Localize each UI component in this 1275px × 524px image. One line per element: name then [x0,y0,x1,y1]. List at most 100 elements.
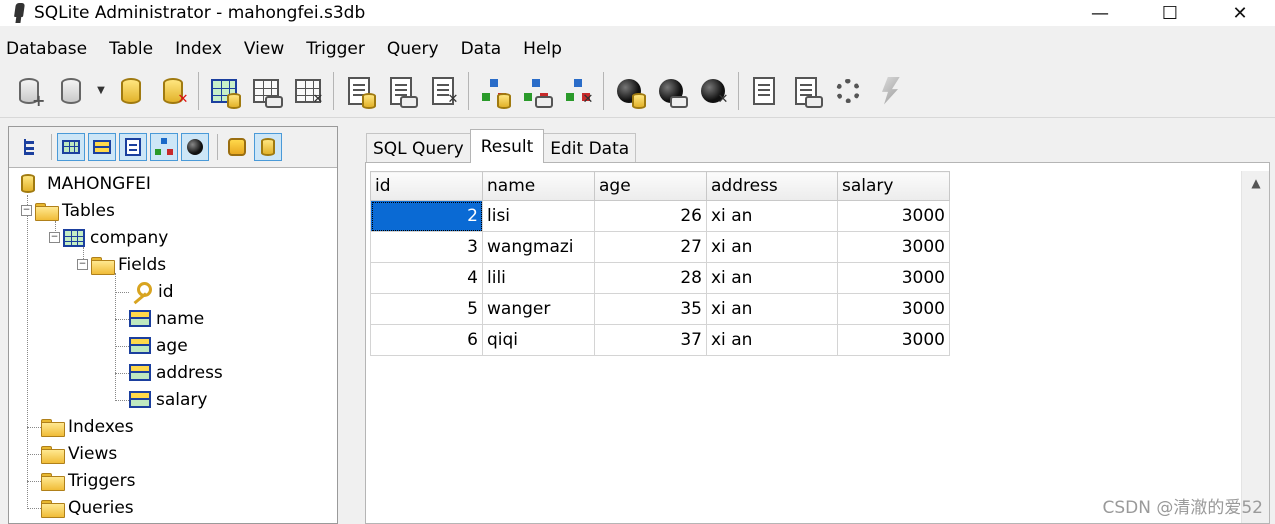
table-row[interactable]: 3 wangmazi 27 xi an 3000 [370,231,950,263]
table-row[interactable]: 2 lisi 26 xi an 3000 [370,200,950,232]
grid-cell-name[interactable]: lili [482,262,595,294]
filter-tables-button[interactable] [57,133,85,161]
edit-index-button[interactable] [382,71,420,111]
tree-node-indexes[interactable]: Indexes [41,413,134,440]
field-icon [129,364,151,381]
grid-cell-id[interactable]: 3 [370,231,483,263]
grid-cell-address[interactable]: xi an [706,324,838,356]
delete-view-button[interactable]: ✕ [559,71,597,111]
new-trigger-button[interactable] [610,71,648,111]
tree-node-field-salary[interactable]: salary [129,386,207,413]
vertical-scrollbar[interactable]: ▲ [1241,171,1269,523]
table-row[interactable]: 5 wanger 35 xi an 3000 [370,293,950,325]
filter-views-button[interactable] [150,133,178,161]
grid-cell-salary[interactable]: 3000 [837,293,950,325]
grid-cell-age[interactable]: 27 [594,231,707,263]
column-header-id[interactable]: id [370,171,483,201]
query-settings-button[interactable] [829,71,867,111]
result-grid[interactable]: id name age address salary 2 lisi 26 xi … [370,171,950,356]
minimize-button[interactable]: — [1065,0,1135,26]
save-query-button[interactable] [787,71,825,111]
new-query-button[interactable] [745,71,783,111]
tree-node-queries[interactable]: Queries [41,494,134,521]
open-database-button[interactable] [52,71,90,111]
grid-cell-salary[interactable]: 3000 [837,324,950,356]
grid-cell-id[interactable]: 5 [370,293,483,325]
tree-node-triggers[interactable]: Triggers [41,467,136,494]
collapse-toggle[interactable]: − [21,205,32,216]
filter-indexes-button[interactable] [119,133,147,161]
tree-node-database[interactable]: MAHONGFEI [21,170,151,197]
menu-database[interactable]: Database [0,39,93,59]
grid-cell-age[interactable]: 28 [594,262,707,294]
grid-cell-age[interactable]: 37 [594,324,707,356]
tree-node-field-address[interactable]: address [129,359,223,386]
edit-view-button[interactable] [517,71,555,111]
column-header-age[interactable]: age [594,171,707,201]
edit-trigger-button[interactable] [652,71,690,111]
collapse-toggle[interactable]: − [49,232,60,243]
close-database-button[interactable]: ✕ [154,71,192,111]
tree-node-fields[interactable]: − Fields [77,251,166,278]
tab-result[interactable]: Result [469,129,545,163]
tree-node-views[interactable]: Views [41,440,117,467]
menu-view[interactable]: View [238,39,290,59]
database-icon [21,174,35,193]
tree-node-table-company[interactable]: − company [49,224,168,251]
grid-cell-salary[interactable]: 3000 [837,262,950,294]
tree-node-field-age[interactable]: age [129,332,188,359]
grid-cell-name[interactable]: wanger [482,293,595,325]
filter-triggers-button[interactable] [181,133,209,161]
tree-node-field-id[interactable]: id [129,278,174,305]
collapse-toggle[interactable]: − [77,259,88,270]
new-index-button[interactable] [340,71,378,111]
execute-query-button[interactable] [871,71,909,111]
tree-node-tables[interactable]: − Tables [21,197,115,224]
column-header-salary[interactable]: salary [837,171,950,201]
grid-cell-age[interactable]: 35 [594,293,707,325]
menu-table[interactable]: Table [103,39,159,59]
maximize-button[interactable]: ☐ [1135,0,1205,26]
table-row[interactable]: 4 lili 28 xi an 3000 [370,262,950,294]
delete-trigger-button[interactable]: ✕ [694,71,732,111]
filter-database-button[interactable] [254,133,282,161]
column-header-address[interactable]: address [706,171,838,201]
grid-cell-name[interactable]: lisi [482,200,595,232]
menu-trigger[interactable]: Trigger [300,39,371,59]
grid-cell-name[interactable]: wangmazi [482,231,595,263]
menu-data[interactable]: Data [455,39,508,59]
delete-index-button[interactable]: ✕ [424,71,462,111]
new-database-button[interactable]: + [10,71,48,111]
column-header-name[interactable]: name [482,171,595,201]
grid-cell-age[interactable]: 26 [594,200,707,232]
filter-fields-button[interactable] [88,133,116,161]
new-view-button[interactable] [475,71,513,111]
tab-sql-query[interactable]: SQL Query [366,133,471,163]
show-tree-button[interactable] [15,133,43,161]
grid-cell-id[interactable]: 4 [370,262,483,294]
grid-cell-salary[interactable]: 3000 [837,231,950,263]
edit-table-button[interactable] [247,71,285,111]
table-row[interactable]: 6 qiqi 37 xi an 3000 [370,324,950,356]
scroll-up-arrow-icon[interactable]: ▲ [1242,171,1270,195]
filter-queries-button[interactable] [223,133,251,161]
menu-query[interactable]: Query [381,39,445,59]
delete-table-button[interactable]: ✕ [289,71,327,111]
grid-cell-address[interactable]: xi an [706,231,838,263]
grid-cell-id[interactable]: 6 [370,324,483,356]
grid-cell-address[interactable]: xi an [706,262,838,294]
grid-cell-name[interactable]: qiqi [482,324,595,356]
grid-cell-id[interactable]: 2 [370,200,483,232]
grid-cell-address[interactable]: xi an [706,200,838,232]
refresh-database-button[interactable] [112,71,150,111]
open-database-dropdown[interactable]: ▼ [94,71,108,111]
tree-node-label: id [158,281,174,302]
tab-edit-data[interactable]: Edit Data [543,133,637,163]
grid-cell-address[interactable]: xi an [706,293,838,325]
menu-index[interactable]: Index [169,39,228,59]
menu-help[interactable]: Help [517,39,568,59]
new-table-button[interactable] [205,71,243,111]
tree-node-field-name[interactable]: name [129,305,204,332]
close-button[interactable]: ✕ [1205,0,1275,26]
grid-cell-salary[interactable]: 3000 [837,200,950,232]
